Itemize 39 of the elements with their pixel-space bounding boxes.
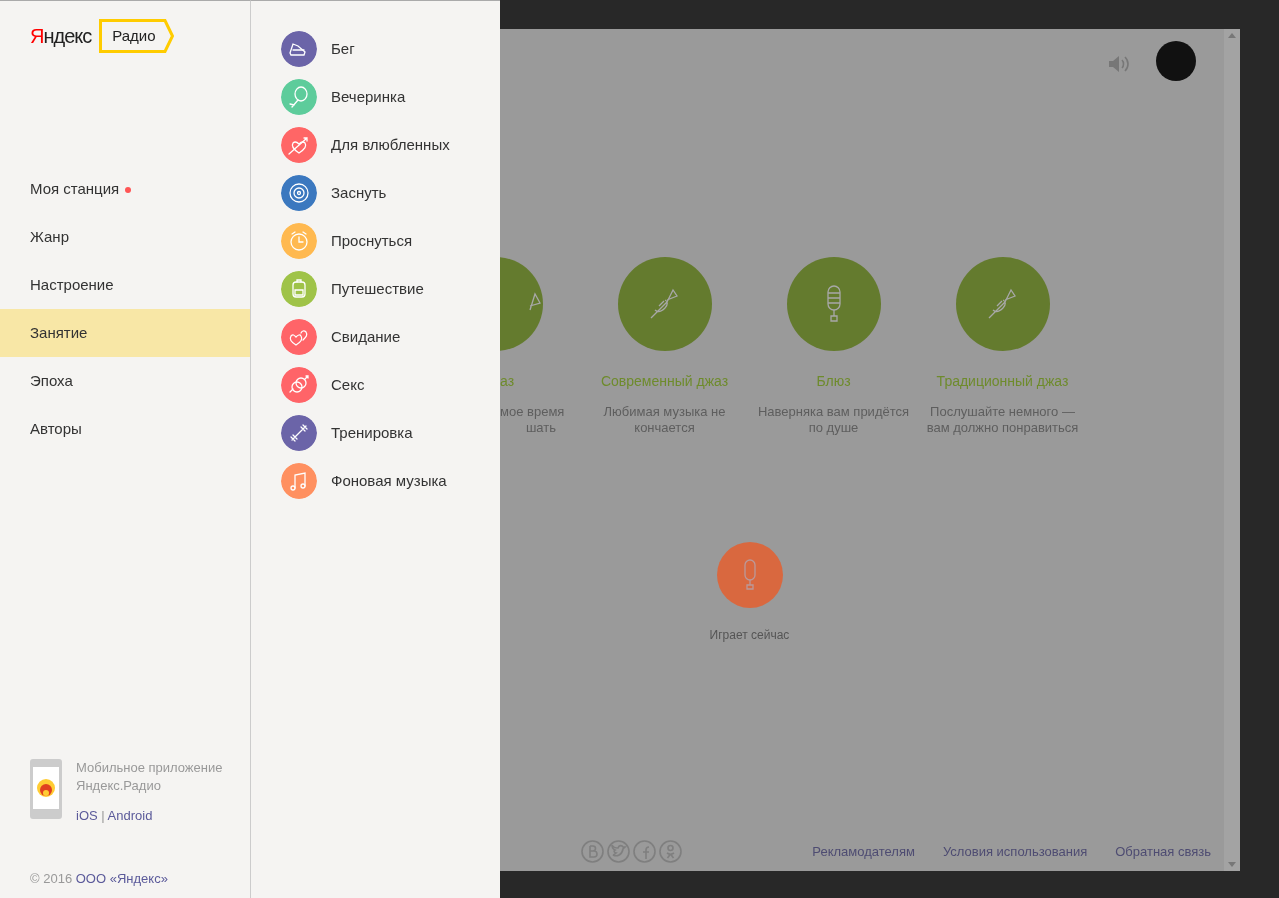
activity-item[interactable]: Свидание (251, 313, 500, 361)
phone-app-icon (30, 758, 62, 819)
now-playing-label: Играет сейчас (708, 627, 791, 644)
activity-item[interactable]: Бег (251, 25, 500, 73)
activity-item[interactable]: Вечеринка (251, 73, 500, 121)
activity-item[interactable]: Тренировка (251, 409, 500, 457)
bird-icon[interactable] (607, 840, 630, 863)
link-separator: | (100, 807, 106, 823)
company-link[interactable]: ООО «Яндекс» (75, 870, 168, 886)
logo-wordmark[interactable]: Яндекс (30, 21, 92, 51)
copyright-text: © 2016 (30, 870, 74, 886)
nav-item[interactable]: Моя станция (0, 165, 250, 213)
nav-item[interactable]: Жанр (0, 213, 250, 261)
nav-item[interactable]: Эпоха (0, 357, 250, 405)
ios-link[interactable]: iOS (76, 807, 98, 823)
nav-item[interactable]: Настроение (0, 261, 250, 309)
activity-item[interactable]: Путешествие (251, 265, 500, 313)
activity-item[interactable]: Секс (251, 361, 500, 409)
avatar[interactable] (1156, 41, 1196, 81)
scrollbar[interactable] (1224, 29, 1240, 871)
figure-icon[interactable] (659, 840, 682, 863)
letter-f-icon[interactable] (633, 840, 656, 863)
activity-item[interactable]: Для влюбленных (251, 121, 500, 169)
app-title: Мобильное приложение Яндекс.Радио (76, 758, 223, 795)
activity-item[interactable]: Проснуться (251, 217, 500, 265)
volume-icon[interactable] (1108, 54, 1130, 73)
letter-b-icon[interactable] (581, 840, 604, 863)
scroll-down-icon[interactable] (1228, 862, 1236, 867)
radio-logo-tag[interactable]: Радио (99, 19, 176, 53)
android-link[interactable]: Android (107, 807, 153, 823)
nav-item[interactable]: Авторы (0, 405, 250, 453)
nav-item[interactable]: Занятие (0, 309, 250, 357)
activity-item[interactable]: Фоновая музыка (251, 457, 500, 505)
station-description: Послушайте немного — вам должно понравиться (925, 404, 1080, 436)
activity-item[interactable]: Заснуть (251, 169, 500, 217)
station-description: Наверняка вам придётся по душе (756, 404, 911, 436)
station-description: мое время шать (500, 404, 566, 436)
station-description: Любимая музыка не кончается (602, 404, 727, 436)
scroll-up-icon[interactable] (1228, 33, 1236, 38)
